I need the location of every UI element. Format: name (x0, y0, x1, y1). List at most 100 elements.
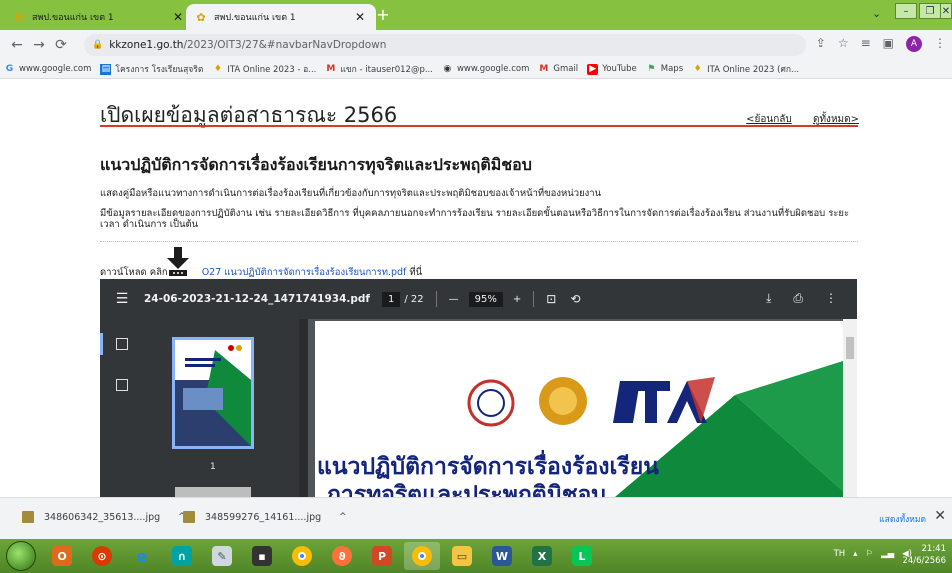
current-page-input[interactable]: 1 (382, 291, 401, 307)
bookmark-item[interactable]: ⚑ Maps (646, 64, 683, 75)
dotted-divider (100, 241, 858, 242)
youtube-icon: ▶ (587, 63, 599, 75)
close-tab-icon[interactable]: ✕ (352, 10, 368, 24)
show-all-downloads-link[interactable]: แสดงทั้งหมด (879, 512, 926, 526)
bookmark-item[interactable]: ▶ YouTube (587, 63, 637, 75)
taskbar-app[interactable]: ▪ (244, 542, 280, 570)
more-options-icon[interactable]: ⋮ (825, 291, 837, 306)
browser-tab-strip: ✿ สพป.ขอนแก่น เขต 1 ✕ ✿ สพป.ขอนแก่น เขต … (0, 0, 952, 30)
zoom-out-icon[interactable]: — (449, 294, 459, 305)
taskbar-app[interactable]: X (524, 542, 560, 570)
taskbar-app-active[interactable] (404, 542, 440, 570)
maps-icon: ⚑ (647, 64, 656, 74)
pdf-filename: 24-06-2023-21-12-24_1471741934.pdf (144, 293, 370, 305)
forward-arrow-icon[interactable]: → (28, 37, 50, 53)
taskbar-app[interactable] (284, 542, 320, 570)
bookmarks-bar: Gwww.google.com ▤ โครงการ โรงเรียนสุจริต … (0, 60, 952, 79)
taskbar-app[interactable]: P (364, 542, 400, 570)
bookmark-item[interactable]: ♦ ITA Online 2023 (ศก... (692, 62, 800, 76)
pdf-toolbar: ☰ 24-06-2023-21-12-24_1471741934.pdf 1 /… (100, 279, 857, 319)
maximize-icon[interactable]: ❐ (919, 3, 941, 19)
taskbar-app[interactable]: O (44, 542, 80, 570)
taskbar-app[interactable]: ✎ (204, 542, 240, 570)
bookmark-item[interactable]: ▤ โครงการ โรงเรียนสุจริต (100, 62, 203, 76)
new-tab-button[interactable]: + (372, 5, 394, 25)
browser-tab-2[interactable]: ✿ สพป.ขอนแก่น เขต 1 ✕ (186, 4, 376, 30)
bookmark-label: ITA Online 2023 (ศก... (707, 65, 800, 75)
google-icon: G (5, 64, 14, 74)
page-title: เปิดเผยข้อมูลต่อสาธารณะ 2566 (100, 103, 398, 127)
side-panel-icon[interactable]: ▣ (883, 36, 894, 52)
address-bar[interactable]: 🔒 kkzone1.go.th /2023/OIT3/27&#navbarNav… (84, 34, 806, 56)
thumbnails-icon[interactable] (116, 338, 128, 350)
back-arrow-icon[interactable]: ← (6, 37, 28, 53)
taskbar-app[interactable]: W (484, 542, 520, 570)
outline-icon[interactable] (116, 379, 128, 391)
network-icon[interactable]: ▂▄ (881, 549, 894, 559)
thumbnail-page-number: 1 (210, 462, 216, 472)
language-indicator[interactable]: TH (834, 549, 846, 559)
zoom-in-icon[interactable]: + (513, 294, 521, 305)
bookmark-item[interactable]: M Gmail (538, 64, 578, 75)
reading-list-icon[interactable]: ≡ (861, 36, 871, 52)
download-file-link[interactable]: O27 แนวปฏิบัติการจัดการเรื่องร้องเรียนกา… (202, 267, 407, 278)
image-file-icon (183, 511, 195, 523)
bookmark-item[interactable]: ♦ ITA Online 2023 - อ... (212, 62, 317, 76)
close-shelf-icon[interactable]: ✕ (934, 508, 946, 524)
powerpoint-icon: P (372, 546, 392, 566)
office-icon: O (52, 546, 72, 566)
page-thumbnail[interactable] (172, 337, 254, 449)
lock-icon[interactable]: 🔒 (92, 40, 103, 50)
bookmark-item[interactable]: Gwww.google.com (4, 64, 92, 75)
taskbar-app[interactable]: L (564, 542, 600, 570)
taskbar-app[interactable]: e (124, 542, 160, 570)
download-filename: 348599276_14161....jpg (205, 511, 322, 523)
minimize-icon[interactable]: – (895, 3, 917, 19)
profile-avatar[interactable]: A (906, 36, 922, 52)
taskbar-app[interactable]: ⊙ (84, 542, 120, 570)
taskbar-app[interactable]: ϑ (324, 542, 360, 570)
browser-tab-1[interactable]: ✿ สพป.ขอนแก่น เขต 1 ✕ (4, 4, 194, 30)
system-clock[interactable]: 21:41 24/6/2566 (902, 543, 946, 567)
bookmark-item[interactable]: M แขก - itauser012@p... (325, 62, 433, 76)
download-icon[interactable]: ⤓ (766, 291, 771, 306)
bookmark-star-icon[interactable]: ☆ (838, 36, 849, 52)
menu-kebab-icon[interactable]: ⋮ (934, 36, 946, 52)
download-arrow-icon[interactable] (165, 247, 191, 277)
document-scrollbar[interactable] (843, 319, 857, 497)
reload-icon[interactable]: ⟳ (50, 37, 72, 53)
bookmark-item[interactable]: ◉ www.google.com (442, 64, 530, 75)
taskbar-app[interactable]: ∩ (164, 542, 200, 570)
tray-expand-icon[interactable]: ▴ (853, 549, 857, 559)
thumbnail-image (175, 340, 251, 446)
print-icon[interactable]: ⎙ (793, 291, 803, 306)
pdf-page: แนวปฏิบัติการจัดการเรื่องร้องเรียน การทุ… (315, 321, 843, 497)
close-window-icon[interactable]: ✕ (940, 3, 952, 19)
tab-search-icon[interactable]: ⌄ (872, 7, 881, 20)
rotate-icon[interactable]: ⟲ (570, 292, 580, 306)
hamburger-menu-icon[interactable]: ☰ (100, 291, 144, 307)
bookmark-label: Maps (660, 64, 684, 74)
scrollbar-thumb[interactable] (846, 337, 854, 359)
chevron-up-icon[interactable]: ^ (339, 512, 347, 522)
total-pages: / 22 (404, 293, 424, 305)
fit-page-icon[interactable]: ⊡ (546, 292, 556, 306)
close-tab-icon[interactable]: ✕ (170, 10, 186, 24)
line-icon: L (572, 546, 592, 566)
download-prefix: ดาวน์โหลด คลิก (100, 267, 168, 278)
sidebar-scrollbar[interactable] (299, 319, 308, 497)
zoom-input[interactable]: 95% (468, 291, 503, 307)
view-all-link[interactable]: ดูทั้งหมด> (813, 114, 859, 125)
flag-icon[interactable]: ⚐ (865, 549, 873, 559)
word-icon: W (492, 546, 512, 566)
active-indicator (100, 333, 103, 355)
share-icon[interactable]: ⇪ (816, 36, 826, 52)
next-page-thumbnail[interactable] (175, 487, 251, 497)
taskbar-app[interactable]: ▭ (444, 542, 480, 570)
system-tray: TH ▴ ⚐ ▂▄ ◀) (834, 549, 912, 559)
download-item[interactable]: 348606342_35613....jpg ^ (22, 511, 186, 523)
download-item[interactable]: 348599276_14161....jpg ^ (183, 511, 347, 523)
start-button[interactable] (6, 541, 36, 571)
back-link[interactable]: <ย้อนกลับ (746, 114, 792, 125)
bookmark-label: แขก - itauser012@p... (340, 65, 433, 75)
